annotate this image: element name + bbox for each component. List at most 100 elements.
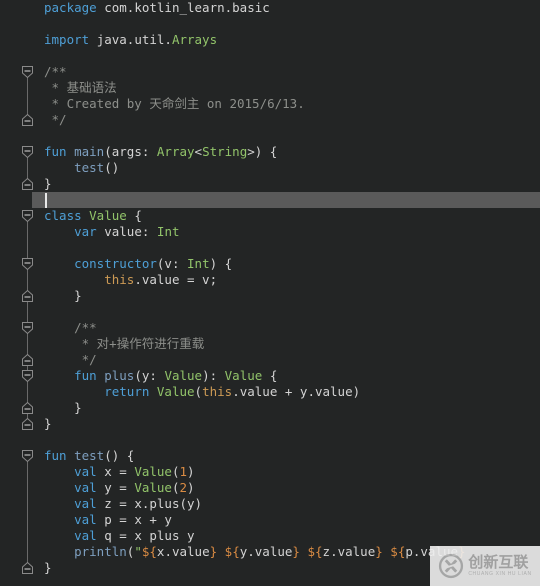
token-punc: (y: <box>134 368 165 383</box>
code-text[interactable]: } <box>44 288 82 304</box>
code-text[interactable]: println("${x.value} ${y.value} ${z.value… <box>44 544 465 560</box>
code-line[interactable]: 29fun test() { <box>0 448 540 464</box>
watermark-text: 创新互联 CHUANG XIN HU LIAN <box>468 555 531 577</box>
code-line[interactable]: 18 this.value = v; <box>0 272 540 288</box>
token-ident: z = x.plus(y) <box>104 496 203 511</box>
code-line[interactable]: 23 */ <box>0 352 540 368</box>
code-line[interactable]: 16 <box>0 240 540 256</box>
code-text[interactable]: var value: Int <box>44 224 179 240</box>
code-text[interactable]: * 对+操作符进行重载 <box>44 336 205 352</box>
code-line[interactable]: 8 */ <box>0 112 540 128</box>
code-line[interactable]: 11 test() <box>0 160 540 176</box>
token-cmt: /** <box>44 320 97 335</box>
token-ident: .value = v; <box>134 272 218 287</box>
circled-x-logo-icon <box>439 553 464 579</box>
code-text[interactable]: fun test() { <box>44 448 134 464</box>
code-line[interactable]: 27} <box>0 416 540 432</box>
code-line[interactable]: 20 <box>0 304 540 320</box>
code-line[interactable]: 34 val q = x plus y <box>0 528 540 544</box>
code-line[interactable]: 7 * Created by 天命剑主 on 2015/6/13. <box>0 96 540 112</box>
token-punc: } <box>44 400 82 415</box>
code-text[interactable]: val q = x plus y <box>44 528 195 544</box>
token-ident <box>44 528 74 543</box>
code-text[interactable]: } <box>44 416 52 432</box>
code-text[interactable]: * 基础语法 <box>44 80 117 96</box>
token-this: this <box>202 384 233 399</box>
token-ident <box>44 496 74 511</box>
code-text[interactable]: val z = x.plus(y) <box>44 496 202 512</box>
token-punc: (v: <box>156 256 188 271</box>
token-punc: < <box>194 144 203 159</box>
token-cmt: * 对+操作符进行重载 <box>44 336 205 351</box>
token-punc: () <box>104 160 120 175</box>
token-punc: ) <box>187 480 195 495</box>
code-text[interactable]: class Value { <box>44 208 142 224</box>
code-line[interactable]: 33 val p = x + y <box>0 512 540 528</box>
token-kw: class <box>44 208 90 223</box>
code-text[interactable]: } <box>44 176 52 192</box>
line-number-gutter[interactable] <box>0 0 32 586</box>
code-line[interactable]: 24 fun plus(y: Value): Value { <box>0 368 540 384</box>
token-ident <box>44 480 74 495</box>
code-editor[interactable]: 1package com.kotlin_learn.basic23import … <box>0 0 540 586</box>
token-punc: (args: <box>104 144 157 159</box>
code-line[interactable]: 21 /** <box>0 320 540 336</box>
code-text[interactable]: return Value(this.value + y.value) <box>44 384 360 400</box>
token-punc: ) { <box>209 256 233 271</box>
token-tmpl: ${ <box>141 544 157 559</box>
code-text[interactable]: this.value = v; <box>44 272 217 288</box>
token-tmpl: } <box>292 544 300 559</box>
code-text[interactable]: * Created by 天命剑主 on 2015/6/13. <box>44 96 305 112</box>
code-text[interactable]: */ <box>44 352 97 368</box>
code-line[interactable]: 30 val x = Value(1) <box>0 464 540 480</box>
code-line[interactable]: 3import java.util.Arrays <box>0 32 540 48</box>
code-line[interactable]: 12} <box>0 176 540 192</box>
code-text[interactable]: constructor(v: Int) { <box>44 256 232 272</box>
code-line[interactable]: 25 return Value(this.value + y.value) <box>0 384 540 400</box>
code-line[interactable]: 13 <box>0 192 540 208</box>
code-text[interactable]: } <box>44 400 82 416</box>
code-line[interactable]: 4 <box>0 48 540 64</box>
token-cmt: /** <box>44 64 67 79</box>
code-text[interactable]: val y = Value(2) <box>44 480 195 496</box>
token-ident: q = x plus y <box>104 528 195 543</box>
code-line[interactable]: 28 <box>0 432 540 448</box>
token-kw: val <box>74 496 105 511</box>
token-tmpl: } <box>375 544 383 559</box>
token-type: Value <box>134 464 172 479</box>
token-ident <box>44 464 74 479</box>
code-text[interactable]: /** <box>44 64 67 80</box>
code-line[interactable]: 32 val z = x.plus(y) <box>0 496 540 512</box>
code-text[interactable]: fun plus(y: Value): Value { <box>44 368 277 384</box>
code-text[interactable]: } <box>44 560 52 576</box>
code-line[interactable]: 6 * 基础语法 <box>0 80 540 96</box>
token-cmt: * 基础语法 <box>44 80 117 95</box>
code-text[interactable]: package com.kotlin_learn.basic <box>44 0 270 16</box>
token-punc: ( <box>171 464 180 479</box>
code-line[interactable]: 1package com.kotlin_learn.basic <box>0 0 540 16</box>
code-line[interactable]: 22 * 对+操作符进行重载 <box>0 336 540 352</box>
token-kw: import <box>44 32 97 47</box>
code-text[interactable]: val p = x + y <box>44 512 172 528</box>
code-line[interactable]: 31 val y = Value(2) <box>0 480 540 496</box>
code-line[interactable]: 10fun main(args: Array<String>) { <box>0 144 540 160</box>
code-line[interactable]: 19 } <box>0 288 540 304</box>
code-text[interactable]: */ <box>44 112 67 128</box>
code-line[interactable]: 2 <box>0 16 540 32</box>
code-text[interactable]: test() <box>44 160 119 176</box>
code-line[interactable]: 17 constructor(v: Int) { <box>0 256 540 272</box>
code-line[interactable]: 5/** <box>0 64 540 80</box>
code-line[interactable]: 15 var value: Int <box>0 224 540 240</box>
token-kw: val <box>74 512 105 527</box>
code-text[interactable]: val x = Value(1) <box>44 464 194 480</box>
code-area[interactable]: 1package com.kotlin_learn.basic23import … <box>0 0 540 586</box>
token-str <box>217 544 225 559</box>
code-line[interactable]: 26 } <box>0 400 540 416</box>
code-text[interactable]: import java.util.Arrays <box>44 32 217 48</box>
code-line[interactable]: 14class Value { <box>0 208 540 224</box>
token-cmt: */ <box>44 112 67 127</box>
token-kw: val <box>74 464 105 479</box>
code-line[interactable]: 9 <box>0 128 540 144</box>
code-text[interactable]: /** <box>44 320 97 336</box>
code-text[interactable]: fun main(args: Array<String>) { <box>44 144 277 160</box>
